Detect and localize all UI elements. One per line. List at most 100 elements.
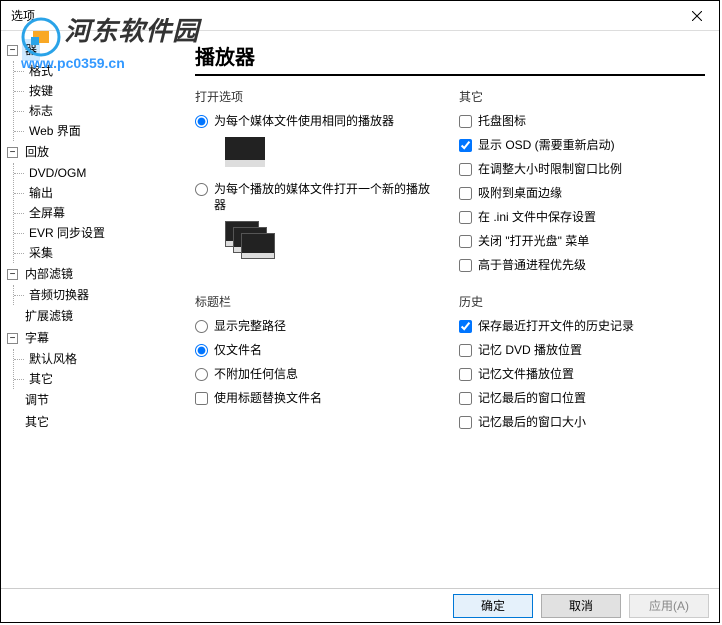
group-titlebar: 标题栏 显示完整路径仅文件名不附加任何信息 使用标题替换文件名 — [195, 293, 441, 438]
checkbox-label: 记忆最后的窗口大小 — [478, 414, 705, 430]
tree-group-label[interactable]: 内部滤镜 — [22, 263, 76, 285]
tree-item[interactable]: 格式 — [26, 63, 56, 79]
radio-input[interactable] — [195, 115, 208, 128]
checkbox-input[interactable] — [459, 211, 472, 224]
collapse-icon[interactable]: − — [7, 45, 18, 56]
checkbox-option[interactable]: 记忆最后的窗口大小 — [459, 414, 705, 430]
content-panel: 播放器 打开选项 为每个媒体文件使用相同的播放器 为每个播放的媒体文件打开一个新… — [181, 31, 719, 587]
tree-group[interactable]: −字幕 — [7, 327, 175, 349]
tree-group-label[interactable]: 字幕 — [22, 327, 52, 349]
checkbox-input[interactable] — [459, 139, 472, 152]
close-button[interactable] — [674, 1, 719, 31]
tree-item[interactable]: 其它 — [26, 371, 56, 387]
tree-group[interactable]: ·扩展滤镜 — [7, 305, 175, 327]
checkbox-option[interactable]: 记忆文件播放位置 — [459, 366, 705, 382]
sidebar: −器格式按键标志Web 界面−回放DVD/OGM输出全屏幕EVR 同步设置采集−… — [1, 31, 181, 587]
tree-item[interactable]: 音频切换器 — [26, 287, 92, 303]
dialog-footer: 确定 取消 应用(A) — [1, 588, 719, 622]
checkbox-label: 记忆最后的窗口位置 — [478, 390, 705, 406]
checkbox-input[interactable] — [459, 259, 472, 272]
checkbox-option[interactable]: 在调整大小时限制窗口比例 — [459, 161, 705, 177]
checkbox-option[interactable]: 记忆 DVD 播放位置 — [459, 342, 705, 358]
radio-option[interactable]: 不附加任何信息 — [195, 366, 441, 382]
tree-item[interactable]: 默认风格 — [26, 351, 80, 367]
tree-item[interactable]: EVR 同步设置 — [26, 225, 108, 241]
radio-option[interactable]: 显示完整路径 — [195, 318, 441, 334]
tree-group-label[interactable]: 其它 — [22, 411, 52, 433]
page-title: 播放器 — [195, 41, 705, 76]
cancel-button[interactable]: 取消 — [541, 594, 621, 618]
collapse-icon[interactable]: − — [7, 333, 18, 344]
tree-item[interactable]: 按键 — [26, 83, 56, 99]
collapse-icon[interactable]: − — [7, 269, 18, 280]
tree-item[interactable]: 标志 — [26, 103, 56, 119]
nav-tree: −器格式按键标志Web 界面−回放DVD/OGM输出全屏幕EVR 同步设置采集−… — [7, 39, 175, 433]
checkbox-input[interactable] — [459, 163, 472, 176]
radio-label: 为每个播放的媒体文件打开一个新的播放器 — [214, 181, 441, 213]
checkbox-input[interactable] — [459, 392, 472, 405]
checkbox-label: 在 .ini 文件中保存设置 — [478, 209, 705, 225]
window-title: 选项 — [11, 7, 35, 24]
apply-button[interactable]: 应用(A) — [629, 594, 709, 618]
checkbox-input[interactable] — [459, 115, 472, 128]
checkbox-option[interactable]: 吸附到桌面边缘 — [459, 185, 705, 201]
settings-grid: 打开选项 为每个媒体文件使用相同的播放器 为每个播放的媒体文件打开一个新的播放器 — [195, 88, 705, 438]
checkbox-input[interactable] — [459, 368, 472, 381]
checkbox-option[interactable]: 高于普通进程优先级 — [459, 257, 705, 273]
group-title: 历史 — [459, 293, 705, 310]
checkbox-input[interactable] — [459, 416, 472, 429]
checkbox-label: 关闭 "打开光盘" 菜单 — [478, 233, 705, 249]
checkbox-option[interactable]: 记忆最后的窗口位置 — [459, 390, 705, 406]
tree-group[interactable]: −回放 — [7, 141, 175, 163]
multi-window-icon — [225, 221, 273, 259]
radio-same-player[interactable]: 为每个媒体文件使用相同的播放器 — [195, 113, 441, 129]
group-title: 打开选项 — [195, 88, 441, 105]
checkbox-label: 记忆文件播放位置 — [478, 366, 705, 382]
group-title: 标题栏 — [195, 293, 441, 310]
checkbox-input[interactable] — [459, 320, 472, 333]
checkbox-option[interactable]: 显示 OSD (需要重新启动) — [459, 137, 705, 153]
ok-button[interactable]: 确定 — [453, 594, 533, 618]
checkbox-option[interactable]: 托盘图标 — [459, 113, 705, 129]
tree-item[interactable]: 全屏幕 — [26, 205, 68, 221]
checkbox-label: 保存最近打开文件的历史记录 — [478, 318, 705, 334]
tree-item[interactable]: 采集 — [26, 245, 56, 261]
checkbox-option[interactable]: 在 .ini 文件中保存设置 — [459, 209, 705, 225]
tree-group-label[interactable]: 调节 — [22, 389, 52, 411]
checkbox-option[interactable]: 保存最近打开文件的历史记录 — [459, 318, 705, 334]
checkbox-label: 记忆 DVD 播放位置 — [478, 342, 705, 358]
tree-group-label[interactable]: 扩展滤镜 — [22, 305, 76, 327]
tree-group-label[interactable]: 回放 — [22, 141, 52, 163]
titlebar: 选项 — [1, 1, 719, 31]
radio-input[interactable] — [195, 320, 208, 333]
radio-input[interactable] — [195, 368, 208, 381]
checkbox-label: 高于普通进程优先级 — [478, 257, 705, 273]
radio-new-player[interactable]: 为每个播放的媒体文件打开一个新的播放器 — [195, 181, 441, 213]
checkbox-replace-filename[interactable]: 使用标题替换文件名 — [195, 390, 441, 406]
checkbox-input[interactable] — [195, 392, 208, 405]
tree-group[interactable]: −器 — [7, 39, 175, 61]
radio-option[interactable]: 仅文件名 — [195, 342, 441, 358]
checkbox-input[interactable] — [459, 187, 472, 200]
checkbox-label: 使用标题替换文件名 — [214, 390, 441, 406]
radio-input[interactable] — [195, 344, 208, 357]
single-window-icon — [225, 137, 265, 167]
tree-group[interactable]: ·其它 — [7, 411, 175, 433]
checkbox-input[interactable] — [459, 235, 472, 248]
radio-input[interactable] — [195, 183, 208, 196]
tree-group[interactable]: −内部滤镜 — [7, 263, 175, 285]
tree-group-label[interactable]: 器 — [22, 39, 40, 61]
radio-label: 显示完整路径 — [214, 318, 441, 334]
tree-item[interactable]: 输出 — [26, 185, 56, 201]
radio-label: 不附加任何信息 — [214, 366, 441, 382]
checkbox-label: 吸附到桌面边缘 — [478, 185, 705, 201]
collapse-icon[interactable]: − — [7, 147, 18, 158]
group-open-options: 打开选项 为每个媒体文件使用相同的播放器 为每个播放的媒体文件打开一个新的播放器 — [195, 88, 441, 281]
radio-label: 为每个媒体文件使用相同的播放器 — [214, 113, 441, 129]
tree-item[interactable]: DVD/OGM — [26, 165, 89, 181]
radio-label: 仅文件名 — [214, 342, 441, 358]
tree-group[interactable]: ·调节 — [7, 389, 175, 411]
checkbox-option[interactable]: 关闭 "打开光盘" 菜单 — [459, 233, 705, 249]
tree-item[interactable]: Web 界面 — [26, 123, 84, 139]
checkbox-input[interactable] — [459, 344, 472, 357]
